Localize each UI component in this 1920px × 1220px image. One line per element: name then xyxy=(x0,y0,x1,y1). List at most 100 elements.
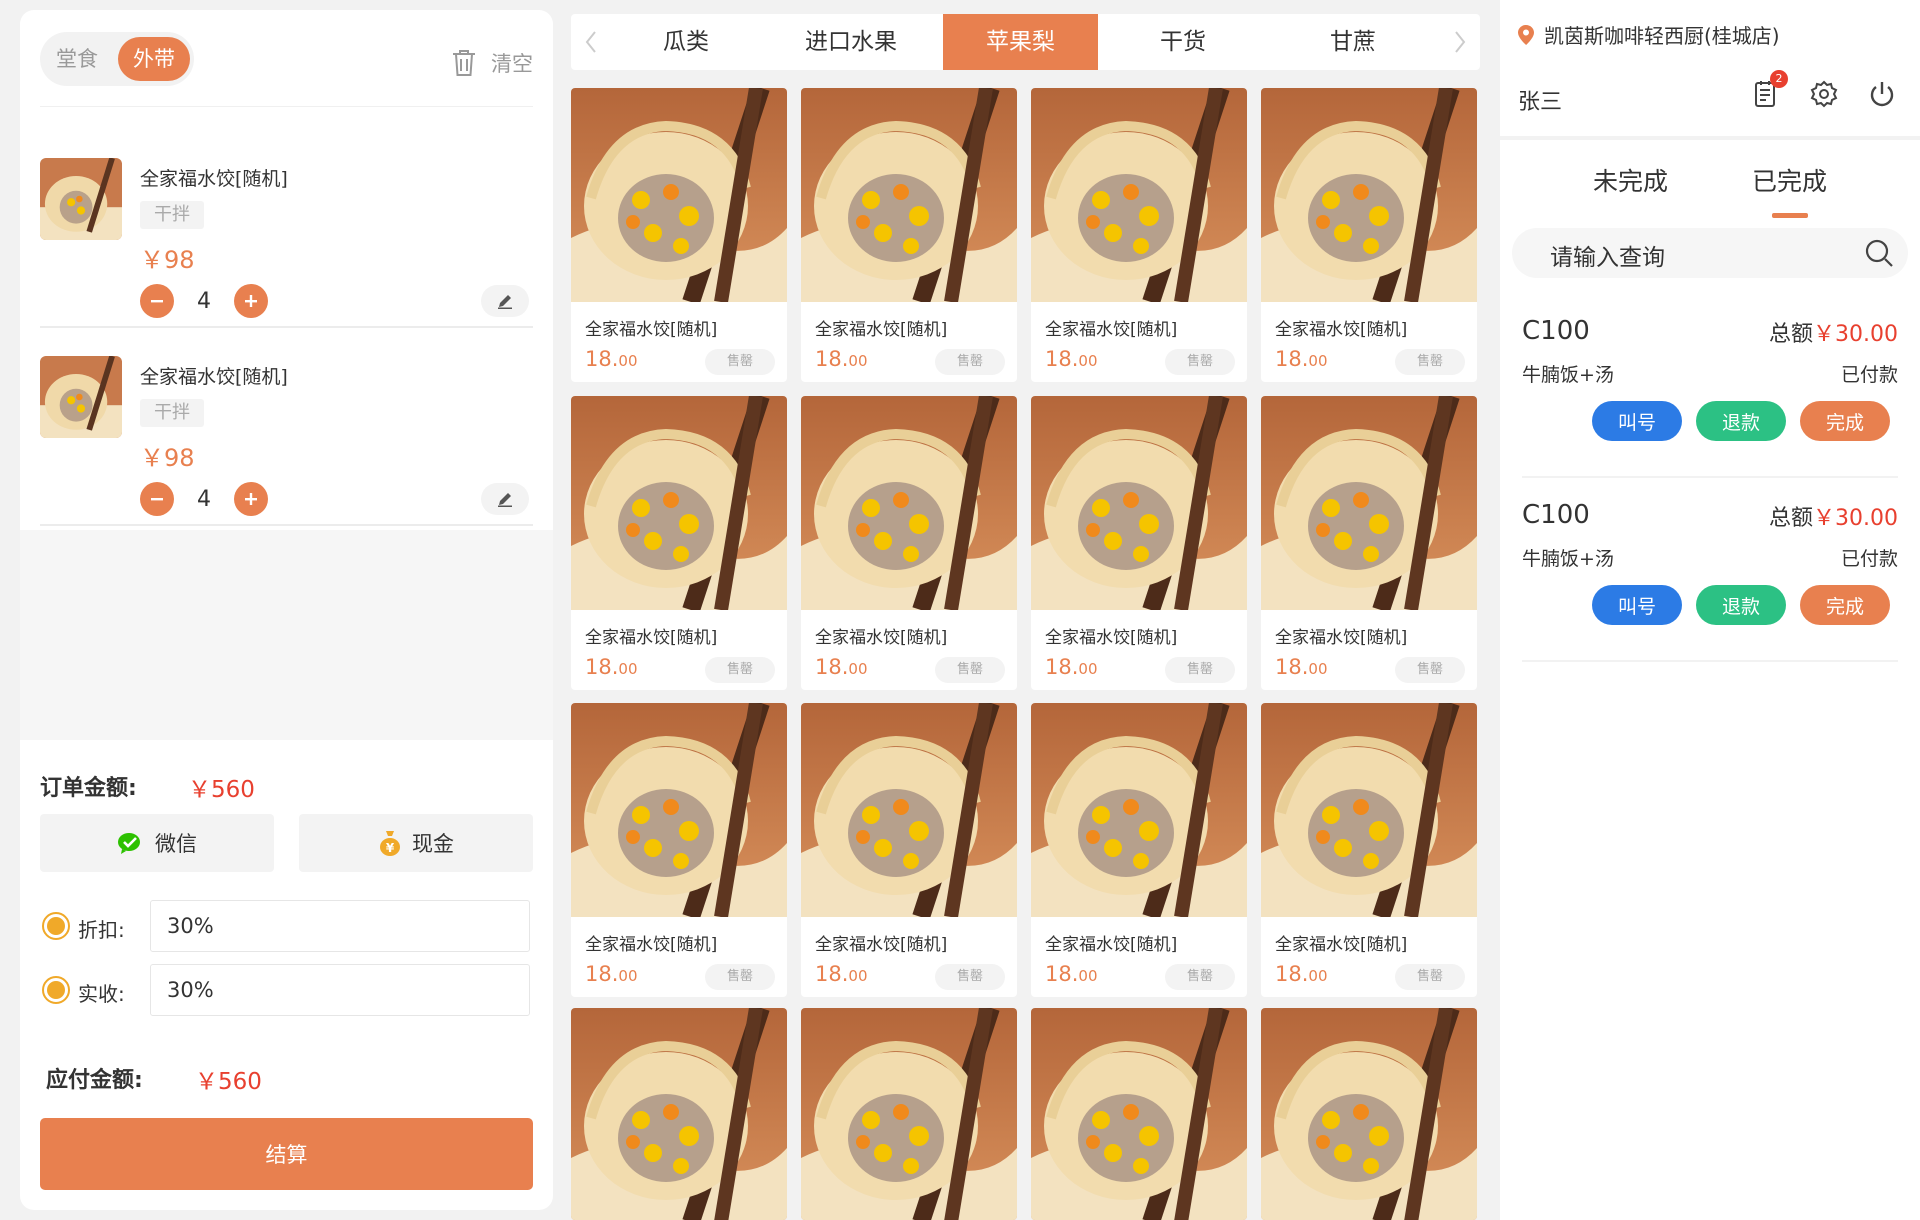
sold-out-badge: 售罄 xyxy=(705,657,775,683)
product-name: 全家福水饺[随机] xyxy=(585,935,718,955)
price-decimal: 00 xyxy=(848,967,868,985)
payable-amount-label: 应付金额: xyxy=(46,1068,143,1093)
payment-status: 已付款 xyxy=(1840,364,1898,386)
product-card[interactable]: 全家福水饺[随机] 18.00 售罄 xyxy=(1261,88,1477,382)
total-label: 总额 xyxy=(1769,506,1814,531)
product-card[interactable] xyxy=(801,1008,1017,1220)
product-price: 18.00 xyxy=(1275,962,1328,986)
product-price: 18.00 xyxy=(585,655,638,679)
sold-out-badge: 售罄 xyxy=(705,349,775,375)
wechat-pay-button[interactable]: 微信 xyxy=(40,814,274,872)
call-number-button[interactable]: 叫号 xyxy=(1592,585,1682,625)
product-card[interactable]: 全家福水饺[随机] 18.00 售罄 xyxy=(1031,396,1247,690)
sold-out-badge: 售罄 xyxy=(1165,657,1235,683)
product-name: 全家福水饺[随机] xyxy=(1045,935,1178,955)
category-prev-button[interactable] xyxy=(571,14,611,70)
chevron-right-icon xyxy=(1455,31,1466,53)
category-tab[interactable]: 进口水果 xyxy=(761,14,941,70)
cart-item-tag: 干拌 xyxy=(140,399,204,427)
cash-pay-button[interactable]: ¥ 现金 xyxy=(299,814,533,872)
product-card[interactable]: 全家福水饺[随机] 18.00 售罄 xyxy=(1031,88,1247,382)
dumpling-image xyxy=(571,1008,787,1220)
decrease-button[interactable] xyxy=(140,284,174,318)
dumpling-image xyxy=(1031,1008,1247,1220)
decrease-button[interactable] xyxy=(140,482,174,516)
category-tabs: 瓜类 进口水果 苹果梨 干货 甘蔗 xyxy=(571,14,1480,70)
product-card[interactable] xyxy=(571,1008,787,1220)
category-next-button[interactable] xyxy=(1440,14,1480,70)
clear-label: 清空 xyxy=(491,52,533,76)
refund-button[interactable]: 退款 xyxy=(1696,401,1786,441)
dumpling-image xyxy=(1031,88,1247,305)
dumpling-image xyxy=(571,396,787,613)
product-card[interactable]: 全家福水饺[随机] 18.00 售罄 xyxy=(571,396,787,690)
sold-out-badge: 售罄 xyxy=(1165,349,1235,375)
dine-in-option[interactable]: 堂食 xyxy=(44,37,110,81)
clear-cart-button[interactable]: 清空 xyxy=(451,46,533,80)
svg-text:¥: ¥ xyxy=(386,841,395,855)
product-card[interactable]: 全家福水饺[随机] 18.00 售罄 xyxy=(1261,703,1477,997)
dumpling-image xyxy=(1261,703,1477,920)
order-actions: 叫号 退款 完成 xyxy=(1592,401,1890,441)
product-name: 全家福水饺[随机] xyxy=(1275,935,1408,955)
complete-button[interactable]: 完成 xyxy=(1800,401,1890,441)
refund-button[interactable]: 退款 xyxy=(1696,585,1786,625)
sold-out-badge: 售罄 xyxy=(935,349,1005,375)
increase-button[interactable] xyxy=(234,284,268,318)
product-card[interactable]: 全家福水饺[随机] 18.00 售罄 xyxy=(571,703,787,997)
price-integer: 18. xyxy=(1045,962,1079,986)
product-card[interactable] xyxy=(1031,1008,1247,1220)
search-icon[interactable] xyxy=(1864,238,1894,268)
price-decimal: 00 xyxy=(618,967,638,985)
product-card[interactable] xyxy=(1261,1008,1477,1220)
quantity-stepper: 4 xyxy=(140,283,268,319)
product-card[interactable]: 全家福水饺[随机] 18.00 售罄 xyxy=(1031,703,1247,997)
divider xyxy=(1500,136,1920,140)
orders-panel: 凯茵斯咖啡轻西厨(桂城店) 张三 2 未完成 已完成 请输入查询 C100 总额… xyxy=(1500,0,1920,1220)
discount-input[interactable]: 30% xyxy=(150,900,530,952)
settings-button[interactable] xyxy=(1808,78,1840,110)
complete-button[interactable]: 完成 xyxy=(1800,585,1890,625)
product-price: 18.00 xyxy=(815,347,868,371)
call-number-button[interactable]: 叫号 xyxy=(1592,401,1682,441)
minus-icon xyxy=(151,498,163,501)
price-decimal: 00 xyxy=(1078,967,1098,985)
cart-item-name: 全家福水饺[随机] xyxy=(140,366,288,388)
category-tab[interactable]: 干货 xyxy=(1098,14,1268,70)
received-radio[interactable] xyxy=(42,976,70,1004)
power-button[interactable] xyxy=(1866,78,1898,110)
product-name: 全家福水饺[随机] xyxy=(1275,628,1408,648)
price-integer: 18. xyxy=(815,655,849,679)
sold-out-badge: 售罄 xyxy=(935,964,1005,990)
checkout-button[interactable]: 结算 xyxy=(40,1118,533,1190)
product-card[interactable]: 全家福水饺[随机] 18.00 售罄 xyxy=(1261,396,1477,690)
category-tab-active[interactable]: 苹果梨 xyxy=(943,14,1098,70)
minus-icon xyxy=(151,300,163,303)
dumpling-image xyxy=(1031,396,1247,613)
discount-radio[interactable] xyxy=(42,912,70,940)
product-card[interactable]: 全家福水饺[随机] 18.00 售罄 xyxy=(801,396,1017,690)
product-card[interactable]: 全家福水饺[随机] 18.00 售罄 xyxy=(801,88,1017,382)
tab-completed[interactable]: 已完成 xyxy=(1752,162,1827,198)
product-card[interactable]: 全家福水饺[随机] 18.00 售罄 xyxy=(571,88,787,382)
category-tab[interactable]: 甘蔗 xyxy=(1268,14,1438,70)
increase-button[interactable] xyxy=(234,482,268,516)
category-tab[interactable]: 瓜类 xyxy=(611,14,761,70)
order-search[interactable]: 请输入查询 xyxy=(1512,228,1908,278)
product-name: 全家福水饺[随机] xyxy=(1275,320,1408,340)
product-name: 全家福水饺[随机] xyxy=(1045,628,1178,648)
product-card[interactable]: 全家福水饺[随机] 18.00 售罄 xyxy=(801,703,1017,997)
received-input[interactable]: 30% xyxy=(150,964,530,1016)
product-price: 18.00 xyxy=(815,962,868,986)
total-value: ￥30.00 xyxy=(1813,322,1898,347)
order-list-button[interactable]: 2 xyxy=(1750,70,1788,110)
price-integer: 18. xyxy=(1045,347,1079,371)
search-input[interactable]: 请输入查询 xyxy=(1550,238,1665,272)
tab-incomplete[interactable]: 未完成 xyxy=(1593,162,1668,198)
price-integer: 18. xyxy=(585,962,619,986)
price-decimal: 00 xyxy=(848,352,868,370)
edit-item-button[interactable] xyxy=(481,285,529,317)
cash-label: 现金 xyxy=(412,832,454,856)
takeaway-option[interactable]: 外带 xyxy=(118,37,190,81)
edit-item-button[interactable] xyxy=(481,483,529,515)
